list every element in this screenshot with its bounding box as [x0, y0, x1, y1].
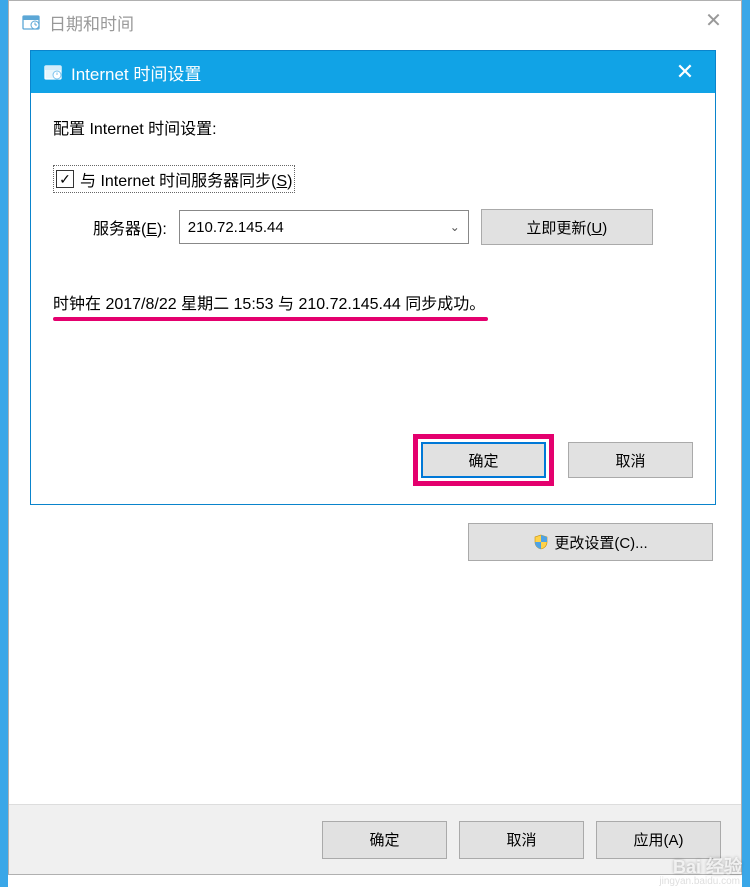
modal-footer: 确定 取消 [413, 434, 693, 486]
parent-title: 日期和时间 [49, 10, 134, 35]
highlight-underline [53, 317, 488, 321]
change-settings-label: 更改设置(C)... [554, 532, 647, 553]
modal-cancel-button[interactable]: 取消 [568, 442, 693, 478]
close-icon: ✕ [705, 8, 722, 33]
modal-ok-button[interactable]: 确定 [421, 442, 546, 478]
checkmark-icon: ✓ [59, 172, 71, 186]
date-time-icon [21, 12, 41, 32]
modal-title: Internet 时间设置 [71, 60, 201, 85]
server-row: 服务器(E): 210.72.145.44 ⌄ 立即更新(U) [53, 209, 693, 245]
parent-close-button[interactable]: ✕ [691, 3, 736, 38]
server-select[interactable]: 210.72.145.44 ⌄ [179, 210, 469, 244]
internet-time-icon [43, 62, 63, 82]
modal-close-button[interactable]: ✕ [660, 51, 710, 93]
sync-checkbox-row[interactable]: ✓ 与 Internet 时间服务器同步(S) [53, 165, 295, 193]
update-now-button[interactable]: 立即更新(U) [481, 209, 653, 245]
watermark-url: jingyan.baidu.com [659, 876, 740, 887]
parent-titlebar: 日期和时间 ✕ [9, 1, 741, 43]
parent-footer: 确定 取消 应用(A) [9, 804, 741, 874]
change-settings-button[interactable]: 更改设置(C)... [468, 523, 713, 561]
modal-titlebar: Internet 时间设置 ✕ [31, 51, 715, 93]
chevron-down-icon: ⌄ [450, 220, 460, 234]
shield-icon [533, 534, 549, 550]
close-icon: ✕ [676, 59, 694, 85]
server-label: 服务器(E): [93, 215, 167, 239]
sync-status-text: 时钟在 2017/8/22 星期二 15:53 与 210.72.145.44 … [53, 290, 485, 314]
parent-ok-button[interactable]: 确定 [322, 821, 447, 859]
parent-cancel-button[interactable]: 取消 [459, 821, 584, 859]
sync-checkbox[interactable]: ✓ [56, 170, 74, 188]
ok-highlight-box: 确定 [413, 434, 554, 486]
server-value: 210.72.145.44 [188, 219, 284, 236]
sync-checkbox-label: 与 Internet 时间服务器同步(S) [80, 167, 292, 191]
config-heading: 配置 Internet 时间设置: [53, 115, 693, 139]
modal-content: 配置 Internet 时间设置: ✓ 与 Internet 时间服务器同步(S… [31, 93, 715, 326]
internet-time-dialog: Internet 时间设置 ✕ 配置 Internet 时间设置: ✓ 与 In… [30, 50, 716, 505]
